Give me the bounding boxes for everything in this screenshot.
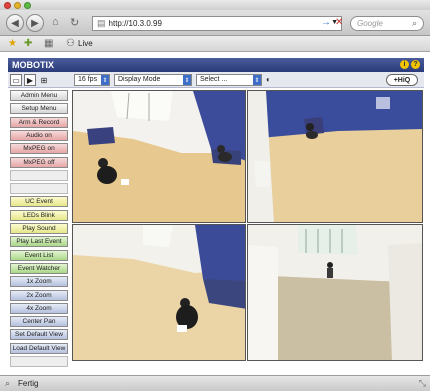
sidebar-spacer-20 [10,356,68,367]
page-content: MOBOTIX i ? ▭ ▶ ⊞ 16 fps ⇕ Display Mode … [0,52,430,375]
forward-button[interactable]: ▶ [26,14,44,32]
select-arrow-icon: ⇕ [253,75,261,85]
forward-arrow-icon: ▶ [31,17,39,29]
status-text: Fertig [18,379,39,388]
sidebar-button-play-sound[interactable]: Play Sound [10,223,68,234]
address-text: http://10.3.0.99 [108,19,162,28]
resize-handle-icon[interactable]: ⤡ [419,378,426,389]
select-select[interactable]: Select ... ⇕ [196,74,262,86]
status-search-icon: ⌕ [5,378,11,388]
sidebar-button-mxpeg-on[interactable]: MxPEG on [10,143,68,155]
sidebar-button-2x-zoom[interactable]: 2x Zoom [10,289,68,301]
grid-view-button[interactable]: ⊞ [38,74,50,86]
reload-icon[interactable]: ↻ [70,16,79,29]
sidebar-button-1x-zoom[interactable]: 1x Zoom [10,276,68,288]
camera-view-4[interactable] [247,224,423,361]
bookmark-add-icon[interactable]: ✚ [24,38,32,49]
page-favicon-icon: ▤ [97,18,106,28]
camera-2-image [248,91,422,222]
window-titlebar [0,0,430,10]
stop-icon[interactable]: ✕ [335,17,343,28]
bookmarks-bar: ★ ✚ ▦ ⚇ Live [0,36,430,52]
browser-toolbar: ◀ ▶ ⌂ ↻ ▤ http://10.3.0.99 ▼ → ✕ Google … [0,10,430,36]
sidebar-button-event-watcher[interactable]: Event Watcher [10,262,68,274]
sidebar-spacer-6 [10,169,68,181]
sidebar-button-uc-event[interactable]: UC Event [10,196,68,208]
camera-3-image [73,225,245,360]
go-icon[interactable]: ◐ [266,75,271,84]
hiq-label: +HiQ [393,76,411,84]
sidebar-button-leds-blink[interactable]: LEDs Blink [10,209,68,221]
search-input[interactable]: Google ⌕ [350,16,424,31]
sidebar-button-audio-on[interactable]: Audio on [10,129,68,141]
home-icon[interactable]: ⌂ [52,16,59,28]
select-select-value: Select ... [200,76,228,83]
camera-view-1[interactable] [72,90,246,223]
camera-view-3[interactable] [72,224,246,361]
fps-select-value: 16 fps [78,76,98,83]
go-arrow-icon[interactable]: → [321,17,331,28]
hiq-button[interactable]: +HiQ [386,74,418,86]
back-button[interactable]: ◀ [6,14,24,32]
zoom-window-button[interactable] [24,2,31,9]
help-icon[interactable]: ? [411,60,420,69]
sidebar-button-mxpeg-off[interactable]: MxPEG off [10,156,68,168]
camera-1-image [73,91,245,222]
brand-logo: MOBOTIX [12,60,54,70]
info-icon[interactable]: i [400,60,409,69]
browser-status-bar: ⌕ Fertig ⤡ [0,375,430,391]
sidebar-button-center-pan[interactable]: Center Pan [10,316,68,328]
sidebar-button-arm-record[interactable]: Arm & Record [10,116,68,128]
search-placeholder: Google [357,19,383,28]
play-button[interactable]: ▶ [24,74,36,86]
live-bookmark-icon[interactable]: ⚇ [66,38,75,49]
fps-select-arrow-icon: ⇕ [101,75,109,85]
minimize-window-button[interactable] [14,2,21,9]
address-bar[interactable]: ▤ http://10.3.0.99 ▼ [92,16,342,31]
display-mode-select[interactable]: Display Mode ⇕ [114,74,192,86]
frame-view-button[interactable]: ▭ [10,74,22,86]
app-header: MOBOTIX i ? [8,58,424,72]
close-window-button[interactable] [4,2,11,9]
control-sidebar: Admin Menu Setup Menu Arm & Record Audio on… [8,90,70,371]
sidebar-button-4x-zoom[interactable]: 4x Zoom [10,302,68,314]
bookmark-star-icon[interactable]: ★ [8,38,17,49]
bookmarks-menu-icon[interactable]: ▦ [44,38,53,49]
sidebar-spacer-7 [10,183,68,195]
sidebar-button-event-list[interactable]: Event List [10,249,68,261]
fps-select[interactable]: 16 fps ⇕ [74,74,110,86]
sidebar-button-setup-menu[interactable]: Setup Menu [10,103,68,115]
sidebar-button-load-default-view[interactable]: Load Default View [10,342,68,354]
sidebar-button-set-default-view[interactable]: Set Default View [10,329,68,341]
view-controls-bar: ▭ ▶ ⊞ 16 fps ⇕ Display Mode ⇕ Select ...… [8,72,424,88]
search-icon[interactable]: ⌕ [412,18,417,29]
sidebar-button-admin-menu[interactable]: Admin Menu [10,90,68,101]
camera-4-image [248,225,422,360]
display-mode-select-value: Display Mode [118,76,161,83]
bookmark-live[interactable]: Live [78,39,93,48]
sidebar-button-play-last-event[interactable]: Play Last Event [10,236,68,248]
display-mode-arrow-icon: ⇕ [183,75,191,85]
camera-view-2[interactable] [247,90,423,223]
back-arrow-icon: ◀ [11,17,19,29]
